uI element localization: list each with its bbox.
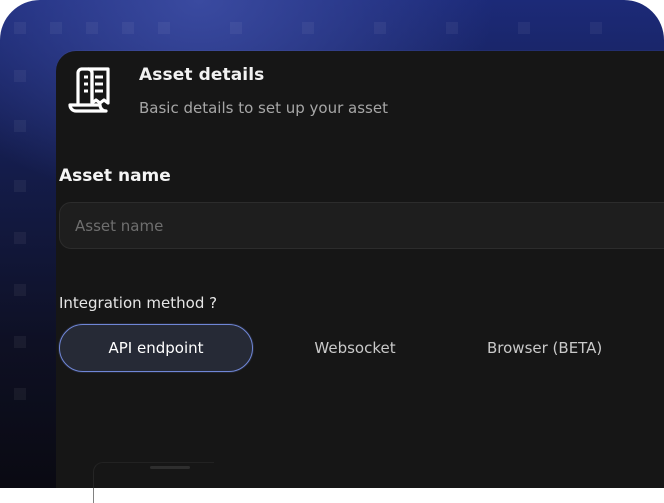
section-title: Asset details xyxy=(139,65,265,85)
asset-name-input[interactable] xyxy=(59,202,664,249)
section-subtitle: Basic details to set up your asset xyxy=(139,99,388,117)
asset-name-label: Asset name xyxy=(59,166,171,186)
receipt-icon xyxy=(68,67,110,113)
next-section-hint xyxy=(150,466,190,469)
option-api-endpoint[interactable]: API endpoint xyxy=(59,324,253,372)
option-browser-beta[interactable]: Browser (BETA) xyxy=(457,324,657,372)
integration-method-label: Integration method ? xyxy=(59,294,218,312)
option-websocket[interactable]: Websocket xyxy=(253,324,457,372)
section-header: Asset details Basic details to set up yo… xyxy=(66,63,388,117)
integration-method-selector: API endpoint Websocket Browser (BETA) xyxy=(59,324,657,372)
